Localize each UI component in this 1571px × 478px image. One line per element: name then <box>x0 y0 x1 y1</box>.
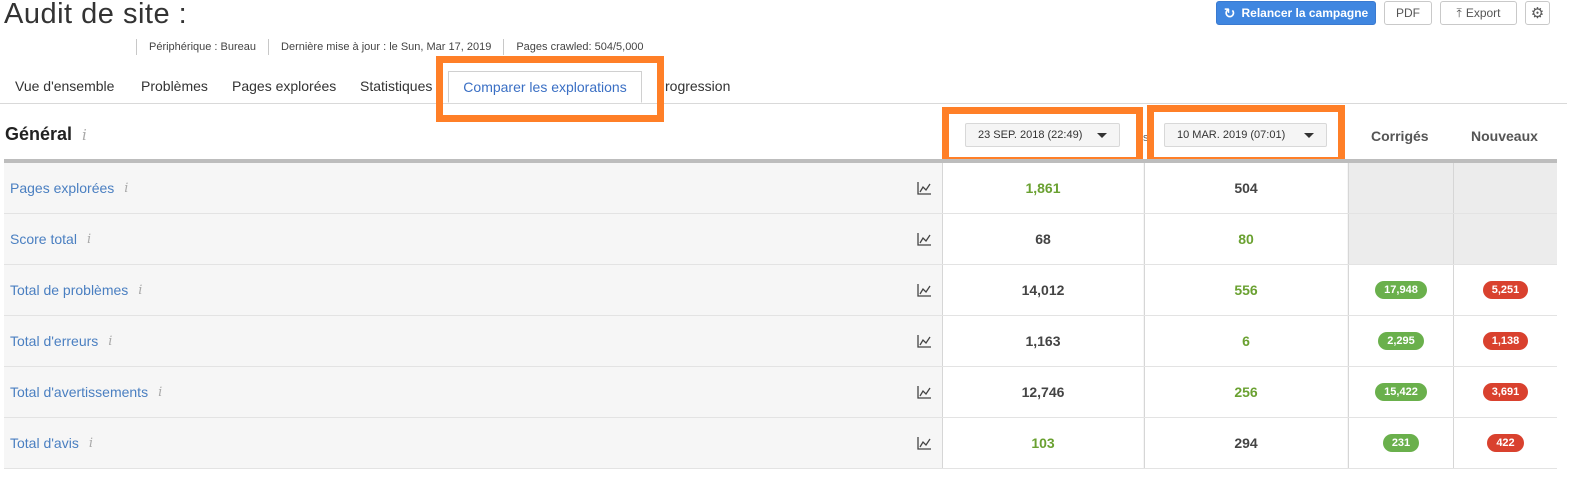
fixed-badge[interactable]: 2,295 <box>1378 332 1424 350</box>
section-title-text: Général <box>5 124 73 144</box>
export-label: Export <box>1465 6 1501 20</box>
meta-last-update: Dernière mise à jour : le Sun, Mar 17, 2… <box>281 41 492 53</box>
value-crawl-1: 68 <box>942 214 1143 264</box>
tab-bar: Vue d'ensemble Problèmes Pages explorées… <box>0 70 1567 104</box>
tab-progress[interactable]: rogression <box>665 78 730 94</box>
new-badge[interactable]: 3,691 <box>1482 383 1529 401</box>
fixed-cell: 15,422 <box>1348 367 1453 417</box>
value-crawl-2: 294 <box>1144 418 1347 468</box>
new-cell: 1,138 <box>1453 316 1557 366</box>
table-row: Score total i 68 80 <box>4 214 1557 265</box>
col-header-fixed: Corrigés <box>1371 128 1429 144</box>
stray-fragment: s <box>1143 132 1149 144</box>
value-crawl-1: 12,746 <box>942 367 1143 417</box>
export-button[interactable]: ⤒ Export <box>1440 1 1517 25</box>
new-badge[interactable]: 422 <box>1487 434 1524 452</box>
caret-down-icon <box>1304 133 1314 138</box>
info-icon[interactable]: i <box>124 181 128 196</box>
info-icon[interactable]: i <box>138 283 142 298</box>
caret-down-icon <box>1097 133 1107 138</box>
fixed-cell <box>1348 214 1453 264</box>
fixed-badge[interactable]: 15,422 <box>1375 383 1427 401</box>
new-cell <box>1453 214 1557 264</box>
value-crawl-1: 14,012 <box>942 265 1143 315</box>
new-cell: 5,251 <box>1453 265 1557 315</box>
value-crawl-2: 6 <box>1144 316 1347 366</box>
info-icon[interactable]: i <box>87 232 91 247</box>
new-badge[interactable]: 1,138 <box>1482 332 1529 350</box>
metric-link[interactable]: Total d'erreurs i <box>10 316 112 366</box>
fixed-cell: 17,948 <box>1348 265 1453 315</box>
info-icon[interactable]: i <box>158 385 162 400</box>
table-row: Total d'erreurs i 1,163 6 2,295 1,138 <box>4 316 1557 367</box>
line-chart-icon[interactable] <box>916 265 932 315</box>
tab-statistics[interactable]: Statistiques <box>360 78 432 94</box>
metric-link[interactable]: Total d'avertissements i <box>10 367 162 417</box>
metric-link[interactable]: Total d'avis i <box>10 418 93 468</box>
line-chart-icon[interactable] <box>916 316 932 366</box>
tab-crawled-pages[interactable]: Pages explorées <box>232 78 336 94</box>
fixed-cell: 231 <box>1348 418 1453 468</box>
fixed-badge[interactable]: 231 <box>1382 434 1420 452</box>
section-title: Général i <box>5 124 87 145</box>
tab-overview[interactable]: Vue d'ensemble <box>15 78 114 94</box>
value-crawl-2: 504 <box>1144 163 1347 213</box>
new-cell <box>1453 163 1557 213</box>
upload-icon: ⤒ <box>1456 5 1462 20</box>
info-icon[interactable]: i <box>82 126 87 144</box>
refresh-icon: ↻ <box>1223 4 1236 21</box>
info-icon[interactable]: i <box>89 436 93 451</box>
crawl-date-dropdown-2[interactable]: 10 MAR. 2019 (07:01) <box>1164 123 1327 147</box>
fixed-cell: 2,295 <box>1348 316 1453 366</box>
pdf-label: PDF <box>1396 6 1420 20</box>
page-title: Audit de site : <box>4 0 188 30</box>
table-row: Total d'avis i 103 294 231 422 <box>4 418 1557 469</box>
meta-device: Périphérique : Bureau <box>149 41 257 53</box>
crawl-date-2-label: 10 MAR. 2019 (07:01) <box>1177 129 1286 141</box>
crawl-date-dropdown-1[interactable]: 23 SEP. 2018 (22:49) <box>965 123 1120 147</box>
crawl-date-1-label: 23 SEP. 2018 (22:49) <box>978 129 1083 141</box>
line-chart-icon[interactable] <box>916 418 932 468</box>
info-icon[interactable]: i <box>108 334 112 349</box>
line-chart-icon[interactable] <box>916 214 932 264</box>
fixed-badge[interactable]: 17,948 <box>1375 281 1427 299</box>
meta-pages-crawled: Pages crawled: 504/5,000 <box>516 41 644 53</box>
value-crawl-1: 1,861 <box>942 163 1143 213</box>
metric-link[interactable]: Total de problèmes i <box>10 265 142 315</box>
tab-compare-crawls[interactable]: Comparer les explorations <box>448 71 642 103</box>
fixed-cell <box>1348 163 1453 213</box>
line-chart-icon[interactable] <box>916 367 932 417</box>
value-crawl-1: 1,163 <box>942 316 1143 366</box>
value-crawl-2: 80 <box>1144 214 1347 264</box>
value-crawl-2: 256 <box>1144 367 1347 417</box>
value-crawl-2: 556 <box>1144 265 1347 315</box>
metric-link[interactable]: Pages explorées i <box>10 163 128 213</box>
tab-issues[interactable]: Problèmes <box>141 78 208 94</box>
metric-link[interactable]: Score total i <box>10 214 91 264</box>
new-cell: 422 <box>1453 418 1557 468</box>
table-row: Total d'avertissements i 12,746 256 15,42… <box>4 367 1557 418</box>
value-crawl-1: 103 <box>942 418 1143 468</box>
relaunch-campaign-button[interactable]: ↻ Relancer la campagne <box>1216 1 1376 25</box>
new-cell: 3,691 <box>1453 367 1557 417</box>
settings-button[interactable]: ⚙ <box>1525 1 1550 25</box>
table-row: Total de problèmes i 14,012 556 17,948 5,… <box>4 265 1557 316</box>
table-row: Pages explorées i 1,861 504 <box>4 163 1557 214</box>
new-badge[interactable]: 5,251 <box>1482 281 1529 299</box>
relaunch-campaign-label: Relancer la campagne <box>1241 6 1369 20</box>
comparison-table: Pages explorées i 1,861 504 Score total i … <box>4 163 1557 469</box>
gear-icon: ⚙ <box>1530 5 1545 22</box>
line-chart-icon[interactable] <box>916 163 932 213</box>
col-header-new: Nouveaux <box>1471 128 1538 144</box>
pdf-button[interactable]: PDF <box>1384 1 1432 25</box>
audit-meta: Périphérique : Bureau Dernière mise à jo… <box>136 39 656 55</box>
